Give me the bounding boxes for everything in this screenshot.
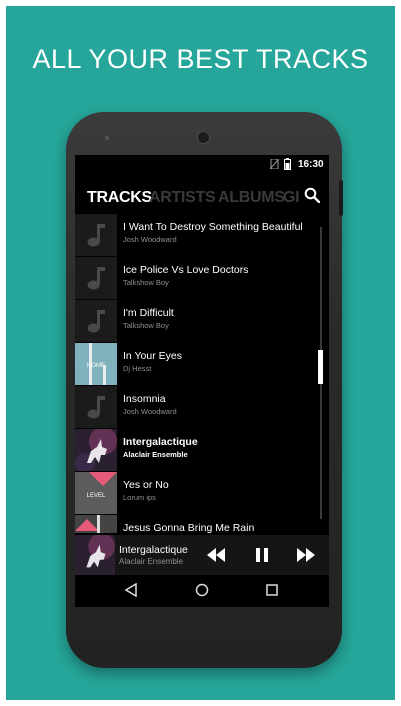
- album-art-placeholder: [75, 386, 117, 428]
- pink-cover-art: [75, 515, 117, 533]
- tab-artists[interactable]: ARTISTS: [149, 189, 216, 207]
- search-icon[interactable]: [304, 187, 320, 203]
- level-cover-art: LEVEL: [75, 472, 117, 514]
- album-art-pink: [75, 515, 117, 533]
- recents-icon[interactable]: [265, 583, 279, 597]
- music-note-icon: [87, 224, 105, 247]
- now-playing-artist: Alaclair Ensemble: [119, 557, 184, 566]
- track-title: In Your Eyes: [123, 350, 182, 362]
- music-note-icon: [87, 396, 105, 419]
- phone-speaker: [105, 136, 109, 140]
- tab-albums[interactable]: ALBUMS: [218, 189, 285, 207]
- tab-strip: TRACKS ARTISTS ALBUMS GI: [75, 183, 329, 213]
- track-artist: Lorum ips: [123, 493, 156, 502]
- track-title: Yes or No: [123, 479, 169, 491]
- track-row[interactable]: I Want To Destroy Something Beautiful Jo…: [75, 213, 329, 256]
- track-artist: Talkshow Boy: [123, 321, 169, 330]
- rewind-icon[interactable]: [207, 548, 225, 562]
- cover-text: LEVEL: [87, 493, 106, 499]
- cover-text: HOME: [87, 363, 105, 369]
- battery-icon: [284, 158, 291, 170]
- track-title: Intergalactique: [123, 436, 198, 448]
- status-bar: 16:30: [75, 155, 329, 175]
- track-title: Jesus Gonna Bring Me Rain: [123, 522, 255, 533]
- track-artist: Talkshow Boy: [123, 278, 169, 287]
- album-art-unicorn: [75, 429, 117, 471]
- promo-headline: ALL YOUR BEST TRACKS: [32, 44, 369, 74]
- tab-tracks[interactable]: TRACKS: [87, 189, 152, 207]
- album-art-placeholder: [75, 300, 117, 342]
- track-artist: Dj Hesst: [123, 364, 152, 373]
- track-row[interactable]: I'm Difficult Talkshow Boy: [75, 299, 329, 342]
- track-row[interactable]: Jesus Gonna Bring Me Rain: [75, 514, 329, 533]
- track-title: Ice Police Vs Love Doctors: [123, 264, 249, 276]
- unicorn-cover-art: [75, 535, 115, 575]
- now-playing-title: Intergalactique: [119, 544, 188, 556]
- fast-forward-icon[interactable]: [297, 548, 315, 562]
- phone-camera: [197, 131, 210, 144]
- track-title: I Want To Destroy Something Beautiful: [123, 221, 303, 233]
- phone-side-button: [339, 180, 343, 216]
- scrollbar-thumb[interactable]: [318, 350, 323, 384]
- system-nav-bar: [75, 575, 329, 607]
- album-art-level: LEVEL: [75, 472, 117, 514]
- tab-genres[interactable]: GI: [283, 189, 300, 207]
- phone-screen: 16:30 TRACKS ARTISTS ALBUMS GI I Want To…: [75, 155, 329, 607]
- track-artist: Josh Woodward: [123, 235, 177, 244]
- home-cover-art: HOME: [75, 343, 117, 385]
- track-artist: Alaclair Ensemble: [123, 450, 188, 459]
- music-note-icon: [87, 267, 105, 290]
- back-icon[interactable]: [124, 583, 138, 597]
- now-playing-art: [75, 535, 115, 575]
- track-title: I'm Difficult: [123, 307, 174, 319]
- track-title: Insomnia: [123, 393, 166, 405]
- status-time: 16:30: [298, 159, 324, 170]
- album-art-placeholder: [75, 214, 117, 256]
- album-art-placeholder: [75, 257, 117, 299]
- pause-icon[interactable]: [255, 548, 269, 562]
- track-row[interactable]: Ice Police Vs Love Doctors Talkshow Boy: [75, 256, 329, 299]
- track-row[interactable]: LEVEL Yes or No Lorum ips: [75, 471, 329, 514]
- unicorn-cover-art: [75, 429, 117, 471]
- track-artist: Josh Woodward: [123, 407, 177, 416]
- music-note-icon: [87, 310, 105, 333]
- track-row[interactable]: Insomnia Josh Woodward: [75, 385, 329, 428]
- home-icon[interactable]: [195, 583, 209, 597]
- track-row[interactable]: HOME In Your Eyes Dj Hesst: [75, 342, 329, 385]
- track-row-playing[interactable]: Intergalactique Alaclair Ensemble: [75, 428, 329, 471]
- no-sim-icon: [270, 159, 279, 169]
- mini-player[interactable]: Intergalactique Alaclair Ensemble: [75, 535, 329, 575]
- track-list: I Want To Destroy Something Beautiful Jo…: [75, 213, 329, 533]
- album-art-home: HOME: [75, 343, 117, 385]
